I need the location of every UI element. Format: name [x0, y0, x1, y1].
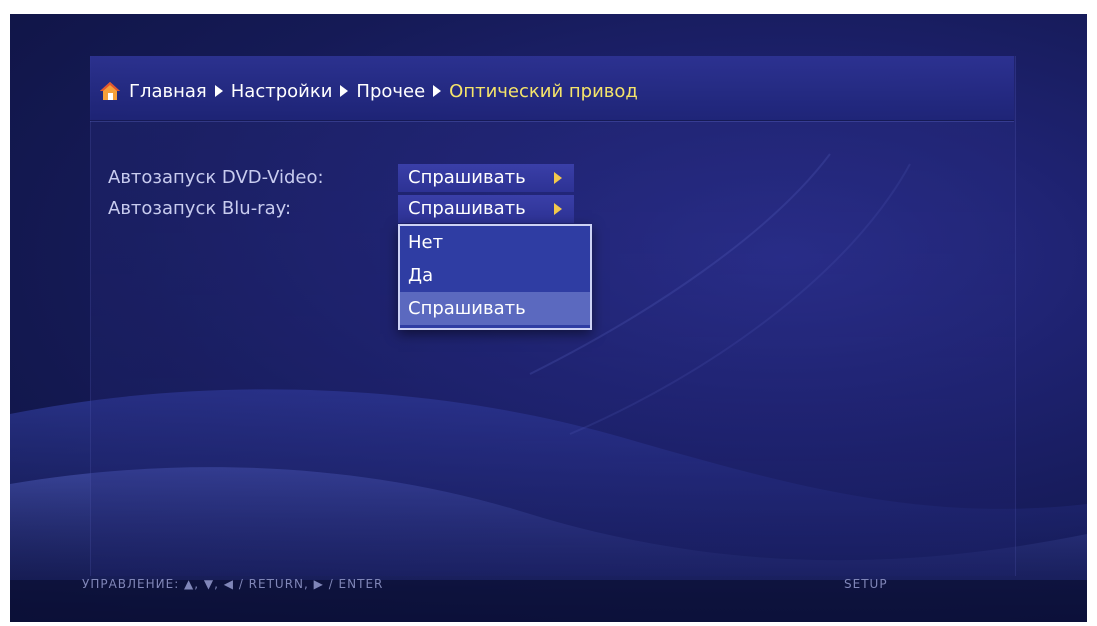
dvd-autoplay-select[interactable]: Спрашивать	[398, 164, 574, 192]
chevron-right-icon	[214, 85, 223, 97]
home-icon	[100, 82, 120, 100]
chevron-right-icon	[433, 85, 442, 97]
bluray-autoplay-dropdown[interactable]: Нет Да Спрашивать	[398, 224, 592, 330]
setting-label-bluray-autoplay: Автозапуск Blu-ray:	[108, 198, 292, 219]
breadcrumb-settings[interactable]: Настройки	[231, 81, 333, 102]
bluray-autoplay-select[interactable]: Спрашивать	[398, 195, 574, 223]
footer-mode-label: SETUP	[844, 577, 888, 591]
footer-controls-hint: УПРАВЛЕНИЕ: ▲, ▼, ◀ / RETURN, ▶ / ENTER	[82, 577, 384, 591]
dropdown-option-yes[interactable]: Да	[400, 259, 590, 292]
dvd-autoplay-value: Спрашивать	[408, 167, 526, 188]
bluray-autoplay-value: Спрашивать	[408, 198, 526, 219]
breadcrumb-other[interactable]: Прочее	[356, 81, 425, 102]
dropdown-option-ask[interactable]: Спрашивать	[400, 292, 590, 325]
chevron-right-icon	[554, 172, 562, 184]
breadcrumb-home[interactable]: Главная	[129, 81, 207, 102]
chevron-right-icon	[340, 85, 349, 97]
breadcrumb: Главная Настройки Прочее Оптический прив…	[99, 78, 646, 104]
dropdown-option-no[interactable]: Нет	[400, 226, 590, 259]
chevron-right-icon	[554, 203, 562, 215]
setting-label-dvd-autoplay: Автозапуск DVD-Video:	[108, 167, 324, 188]
breadcrumb-current: Оптический привод	[449, 80, 638, 102]
